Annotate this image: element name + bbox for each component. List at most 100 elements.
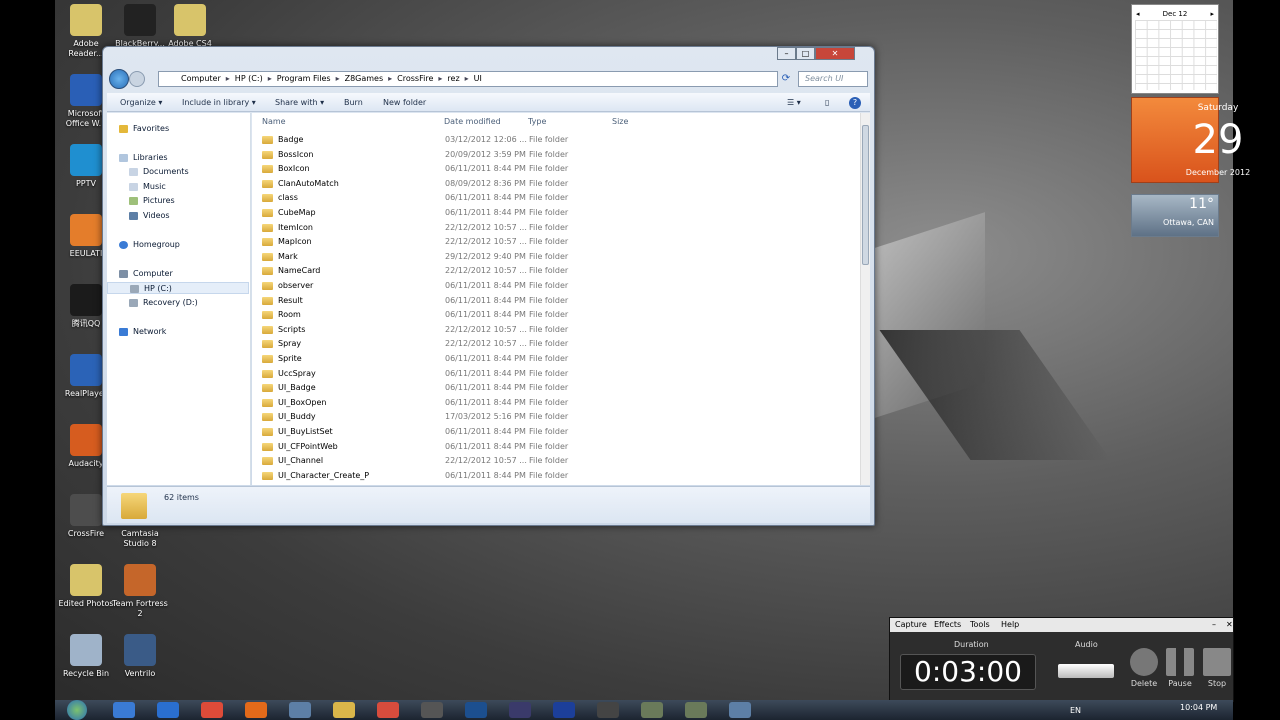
menu-capture[interactable]: Capture [895,618,927,632]
breadcrumb-item[interactable]: HP (C:) [235,74,263,83]
file-row[interactable]: BossIcon 20/09/2012 3:59 PM File folder [262,148,852,162]
taskbar-app-icon[interactable] [157,702,179,718]
file-row[interactable]: UI_BuyListSet 06/11/2011 8:44 PM File fold… [262,425,852,439]
nav-videos[interactable]: Videos [129,210,170,222]
nav-music[interactable]: Music [129,181,166,193]
nav-computer[interactable]: Computer [119,268,173,280]
nav-libraries[interactable]: Libraries [119,152,168,164]
include-in-library-button[interactable]: Include in library ▾ [182,93,256,112]
file-row[interactable]: BoxIcon 06/11/2011 8:44 PM File folder [262,162,852,176]
taskbar-app-icon[interactable] [245,702,267,718]
delete-icon[interactable] [1130,648,1158,676]
calendar-grid[interactable] [1135,20,1217,90]
file-row[interactable]: UI_BoxOpen 06/11/2011 8:44 PM File folder [262,396,852,410]
taskbar-app-icon[interactable] [421,702,443,718]
maximize-button[interactable]: □ [796,47,815,60]
nav-hp-drive[interactable]: HP (C:) [107,282,249,294]
desktop-icon[interactable]: Recycle Bin [58,634,114,679]
stop-icon[interactable] [1203,648,1231,676]
audio-level-meter[interactable] [1058,664,1114,678]
view-options-icon[interactable]: ☰ ▾ [787,93,801,112]
menu-effects[interactable]: Effects [934,618,961,632]
help-icon[interactable]: ? [849,97,861,109]
taskbar-app-icon[interactable] [465,702,487,718]
taskbar-app-icon[interactable] [377,702,399,718]
pause-icon[interactable] [1166,648,1194,676]
breadcrumb-item[interactable]: UI [474,74,482,83]
desktop-icon[interactable]: Adobe CS4 [162,4,218,49]
desktop-icon[interactable]: Ventrilo [112,634,168,679]
column-header-type[interactable]: Type [528,117,546,126]
taskbar-app-icon[interactable] [289,702,311,718]
scrollbar-thumb[interactable] [862,125,869,265]
preview-pane-icon[interactable]: ▯ [825,93,829,112]
nav-favorites[interactable]: Favorites [119,123,169,135]
start-button[interactable] [67,700,87,720]
breadcrumb-separator-icon[interactable]: ▸ [226,74,230,83]
taskbar-app-icon[interactable] [685,702,707,718]
file-row[interactable]: Sprite 06/11/2011 8:44 PM File folder [262,352,852,366]
file-row[interactable]: ClanAutoMatch 08/09/2012 8:36 PM File fold… [262,177,852,191]
organize-button[interactable]: Organize ▾ [120,93,162,112]
new-folder-button[interactable]: New folder [383,93,426,112]
file-row[interactable]: class 06/11/2011 8:44 PM File folder [262,191,852,205]
breadcrumb-item[interactable]: Program Files [277,74,331,83]
file-row[interactable]: observer 06/11/2011 8:44 PM File folder [262,279,852,293]
search-input[interactable]: Search UI [798,71,868,87]
nav-recovery-drive[interactable]: Recovery (D:) [129,297,198,309]
breadcrumb-item[interactable]: CrossFire [397,74,433,83]
file-row[interactable]: CubeMap 06/11/2011 8:44 PM File folder [262,206,852,220]
file-row[interactable]: Badge 03/12/2012 12:06 ... File folder [262,133,852,147]
share-with-button[interactable]: Share with ▾ [275,93,324,112]
column-header-size[interactable]: Size [612,117,628,126]
recorder-minimize-button[interactable]: – [1212,618,1216,632]
nav-documents[interactable]: Documents [129,166,189,178]
file-row[interactable]: UI_Buddy 17/03/2012 5:16 PM File folder [262,410,852,424]
breadcrumb-separator-icon[interactable]: ▸ [268,74,272,83]
address-bar[interactable]: Computer ▸ HP (C:) ▸ Program Files ▸ Z8Games ▸ C… [158,71,778,87]
menu-help[interactable]: Help [1001,618,1019,632]
file-row[interactable]: UccSpray 06/11/2011 8:44 PM File folder [262,367,852,381]
breadcrumb-separator-icon[interactable]: ▸ [336,74,340,83]
taskbar-app-icon[interactable] [597,702,619,718]
file-row[interactable]: UI_Channel 22/12/2012 10:57 ... File folde… [262,454,852,468]
file-row[interactable]: Spray 22/12/2012 10:57 ... File folder [262,337,852,351]
recorder-panel[interactable]: Capture Effects Tools Help – ✕ Duration … [889,617,1234,702]
breadcrumb-item[interactable]: Computer [181,74,221,83]
desktop-icon[interactable]: Edited Photos [58,564,114,609]
burn-button[interactable]: Burn [344,93,363,112]
weather-gadget[interactable]: 11° Ottawa, CAN [1131,194,1219,237]
file-row[interactable]: MapIcon 22/12/2012 10:57 ... File folder [262,235,852,249]
taskbar-app-icon[interactable] [333,702,355,718]
taskbar-app-icon[interactable] [509,702,531,718]
forward-icon[interactable] [129,71,145,87]
close-button[interactable]: ✕ [815,47,855,60]
file-row[interactable]: UI_Character_Create_P 06/11/2011 8:44 PM F… [262,469,852,483]
taskbar-app-icon[interactable] [641,702,663,718]
breadcrumb-separator-icon[interactable]: ▸ [388,74,392,83]
file-row[interactable]: Mark 29/12/2012 9:40 PM File folder [262,250,852,264]
desktop-icon[interactable]: Team Fortress 2 [112,564,168,619]
taskbar-app-icon[interactable] [553,702,575,718]
minimize-button[interactable]: – [777,47,796,60]
file-row[interactable]: UI_CFPointWeb 06/11/2011 8:44 PM File fold… [262,440,852,454]
file-row[interactable]: Scripts 22/12/2012 10:57 ... File folder [262,323,852,337]
column-header-date[interactable]: Date modified [444,117,501,126]
clock[interactable]: 10:04 PM [1180,703,1217,712]
nav-network[interactable]: Network [119,326,166,338]
breadcrumb-separator-icon[interactable]: ▸ [465,74,469,83]
file-row[interactable]: NameCard 22/12/2012 10:57 ... File folder [262,264,852,278]
back-icon[interactable] [109,69,129,89]
file-row[interactable]: Result 06/11/2011 8:44 PM File folder [262,294,852,308]
explorer-window[interactable]: – □ ✕ Computer ▸ HP (C:) ▸ Program Files ▸ Z8G… [102,46,875,526]
refresh-icon[interactable]: ⟳ [779,72,793,86]
file-row[interactable]: ItemIcon 22/12/2012 10:57 ... File folder [262,221,852,235]
vertical-scrollbar[interactable] [860,113,870,485]
file-row[interactable]: Room 06/11/2011 8:44 PM File folder [262,308,852,322]
recorder-close-button[interactable]: ✕ [1226,618,1233,632]
file-row[interactable]: UI_Badge 06/11/2011 8:44 PM File folder [262,381,852,395]
taskbar-app-icon[interactable] [201,702,223,718]
column-header-name[interactable]: Name [262,117,286,126]
menu-tools[interactable]: Tools [970,618,990,632]
language-indicator[interactable]: EN [1070,706,1081,715]
